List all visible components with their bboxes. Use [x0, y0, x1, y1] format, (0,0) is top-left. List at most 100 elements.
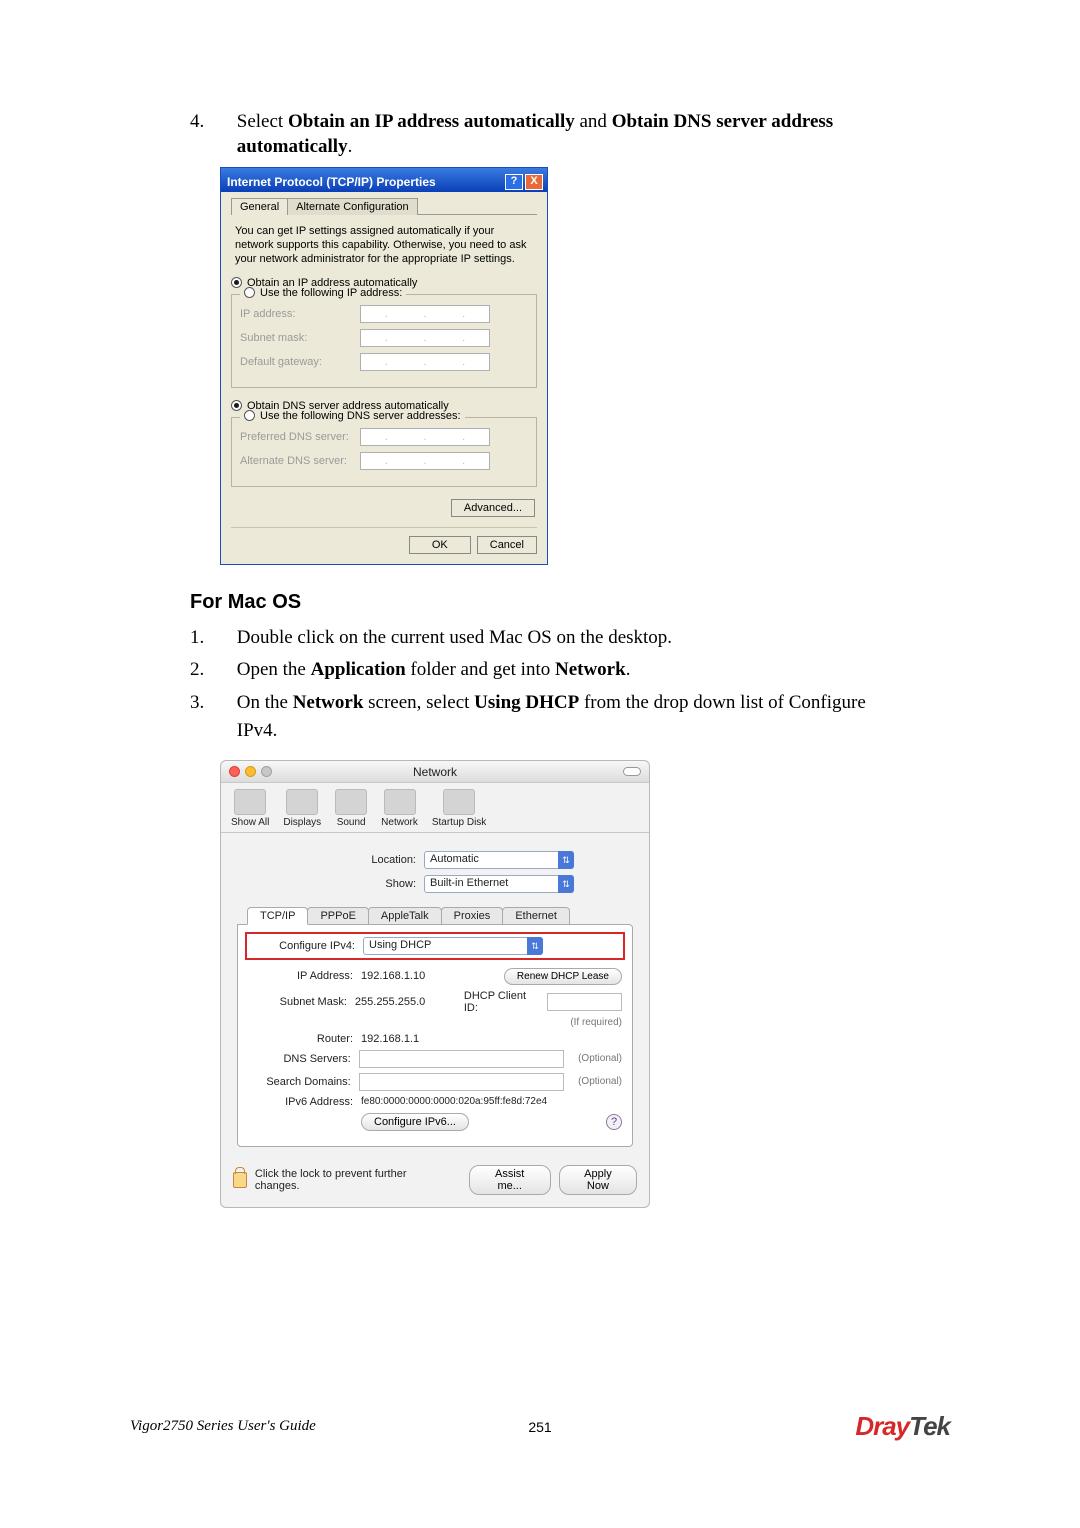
tab-general[interactable]: General [231, 198, 288, 215]
alternate-dns-label: Alternate DNS server: [240, 455, 360, 467]
chevron-updown-icon: ⇅ [558, 875, 574, 893]
dns-servers-label: DNS Servers: [248, 1053, 351, 1065]
zoom-icon[interactable] [261, 766, 272, 777]
heading-for-mac-os: For Mac OS [190, 591, 910, 614]
toolbar-toggle-icon[interactable] [623, 767, 641, 776]
radio-use-ip-label: Use the following IP address: [260, 287, 402, 299]
t: On the [237, 692, 293, 713]
ip-address-label: IP address: [240, 308, 360, 320]
alternate-dns-input[interactable]: ... [360, 452, 490, 470]
page-footer: Vigor2750 Series User's Guide 251 DrayTe… [130, 1411, 950, 1442]
showall-label: Show All [231, 817, 269, 828]
preferred-dns-label: Preferred DNS server: [240, 431, 360, 443]
step-4-number: 4. [190, 110, 232, 135]
sound-label: Sound [335, 817, 367, 828]
step-body: Open the Application folder and get into… [237, 656, 897, 685]
t: screen, select [363, 692, 474, 713]
lock-icon[interactable] [233, 1172, 247, 1188]
startupdisk-icon[interactable] [443, 789, 475, 815]
cancel-button[interactable]: Cancel [477, 536, 537, 554]
configure-ipv6-button[interactable]: Configure IPv6... [361, 1113, 469, 1131]
location-label: Location: [296, 854, 416, 866]
tab-pppoe[interactable]: PPPoE [307, 907, 368, 925]
mac-step-3: 3. On the Network screen, select Using D… [190, 689, 910, 746]
default-gateway-input[interactable]: ... [360, 353, 490, 371]
preferred-dns-input[interactable]: ... [360, 428, 490, 446]
step-num: 1. [190, 624, 232, 653]
ip-address-value: 192.168.1.10 [361, 970, 425, 982]
step-num: 2. [190, 656, 232, 685]
t: Using DHCP [474, 692, 579, 713]
showall-icon[interactable] [234, 789, 266, 815]
ok-button[interactable]: OK [409, 536, 471, 554]
search-optional-note: (Optional) [578, 1076, 622, 1087]
dns-servers-input[interactable] [359, 1050, 564, 1068]
step-body: Double click on the current used Mac OS … [237, 624, 897, 653]
network-label: Network [381, 817, 418, 828]
tab-tcpip[interactable]: TCP/IP [247, 907, 308, 925]
location-select[interactable]: Automatic⇅ [424, 851, 574, 869]
subnet-mask-input[interactable]: ... [360, 329, 490, 347]
lock-text: Click the lock to prevent further change… [255, 1168, 453, 1192]
mac-step-2: 2. Open the Application folder and get i… [190, 656, 910, 685]
chevron-updown-icon: ⇅ [558, 851, 574, 869]
displays-icon[interactable] [286, 789, 318, 815]
configure-ipv4-value: Using DHCP [369, 939, 431, 951]
step-4-mid: and [575, 111, 612, 132]
show-value: Built-in Ethernet [430, 877, 508, 889]
help-icon[interactable]: ? [606, 1114, 622, 1130]
assist-me-button[interactable]: Assist me... [469, 1165, 551, 1195]
chevron-updown-icon: ⇅ [527, 937, 543, 955]
step-4: 4. Select Obtain an IP address automatic… [190, 110, 910, 159]
windows-tcpip-dialog: Internet Protocol (TCP/IP) Properties ? … [220, 167, 548, 564]
t: Application [311, 659, 406, 680]
renew-dhcp-button[interactable]: Renew DHCP Lease [504, 968, 622, 985]
search-domains-label: Search Domains: [248, 1076, 351, 1088]
router-label: Router: [248, 1033, 353, 1045]
apply-now-button[interactable]: Apply Now [559, 1165, 637, 1195]
dhcp-client-id-input[interactable] [547, 993, 622, 1011]
radio-use-ip[interactable] [244, 287, 255, 298]
draytek-logo: DrayTek [855, 1411, 950, 1442]
client-id-note: (If required) [570, 1017, 622, 1028]
network-icon[interactable] [384, 789, 416, 815]
configure-ipv4-label: Configure IPv4: [250, 940, 355, 952]
dialog-title: Internet Protocol (TCP/IP) Properties [227, 175, 436, 189]
t: . [626, 659, 631, 680]
sound-icon[interactable] [335, 789, 367, 815]
ip-address-label: IP Address: [248, 970, 353, 982]
startupdisk-label: Startup Disk [432, 817, 486, 828]
tab-alternate-config[interactable]: Alternate Configuration [287, 198, 418, 215]
advanced-button[interactable]: Advanced... [451, 499, 535, 517]
radio-use-dns-label: Use the following DNS server addresses: [260, 410, 461, 422]
configure-ipv4-select[interactable]: Using DHCP ⇅ [363, 937, 543, 955]
ip-address-input[interactable]: ... [360, 305, 490, 323]
minimize-icon[interactable] [245, 766, 256, 777]
step-4-post: . [348, 136, 353, 157]
step-num: 3. [190, 689, 232, 718]
tab-proxies[interactable]: Proxies [441, 907, 504, 925]
dialog-description: You can get IP settings assigned automat… [235, 225, 533, 266]
tab-ethernet[interactable]: Ethernet [502, 907, 570, 925]
step-4-bold1: Obtain an IP address automatically [288, 111, 575, 132]
help-button[interactable]: ? [505, 174, 523, 190]
close-button[interactable]: X [525, 174, 543, 190]
t: Network [555, 659, 626, 680]
show-select[interactable]: Built-in Ethernet ⇅ [424, 875, 574, 893]
subnet-mask-label: Subnet mask: [240, 332, 360, 344]
footer-guide-title: Vigor2750 Series User's Guide [130, 1418, 316, 1435]
show-label: Show: [296, 878, 416, 890]
step-body: On the Network screen, select Using DHCP… [237, 689, 897, 746]
dhcp-client-id-label: DHCP Client ID: [464, 990, 539, 1014]
radio-use-dns[interactable] [244, 410, 255, 421]
router-value: 192.168.1.1 [361, 1033, 419, 1045]
logo-dray: Dray [855, 1411, 909, 1441]
step-4-pre: Select [237, 111, 288, 132]
t: folder and get into [406, 659, 555, 680]
displays-label: Displays [283, 817, 321, 828]
mac-titlebar: Network [221, 761, 649, 783]
search-domains-input[interactable] [359, 1073, 564, 1091]
ipv6-address-value: fe80:0000:0000:0000:020a:95ff:fe8d:72e4 [361, 1096, 547, 1107]
tab-appletalk[interactable]: AppleTalk [368, 907, 442, 925]
close-icon[interactable] [229, 766, 240, 777]
